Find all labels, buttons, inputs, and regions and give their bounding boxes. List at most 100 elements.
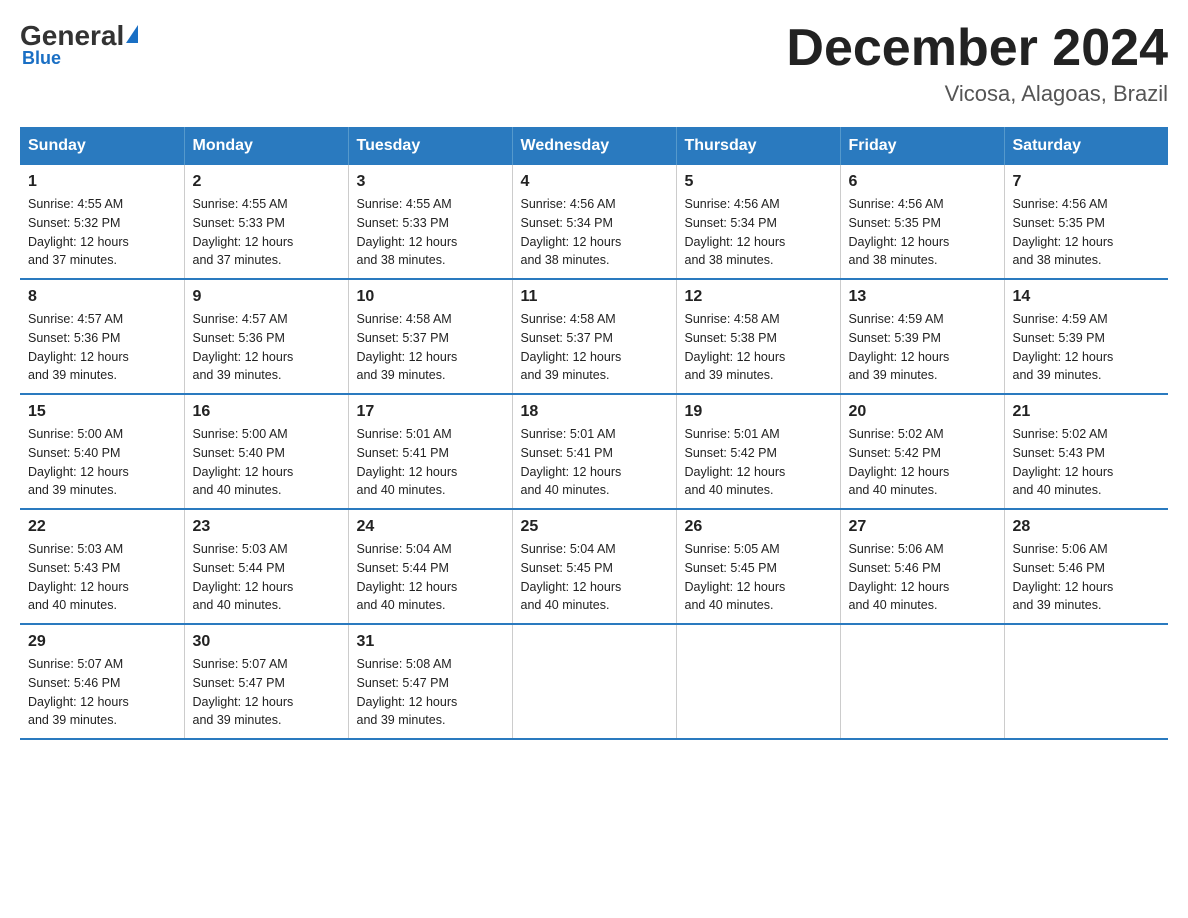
day-number: 23 <box>193 518 340 536</box>
day-number: 26 <box>685 518 832 536</box>
day-info: Sunrise: 4:57 AMSunset: 5:36 PMDaylight:… <box>193 310 340 385</box>
day-info: Sunrise: 5:05 AMSunset: 5:45 PMDaylight:… <box>685 540 832 615</box>
header-saturday: Saturday <box>1004 127 1168 165</box>
day-number: 25 <box>521 518 668 536</box>
day-info: Sunrise: 4:59 AMSunset: 5:39 PMDaylight:… <box>849 310 996 385</box>
day-info: Sunrise: 5:01 AMSunset: 5:42 PMDaylight:… <box>685 425 832 500</box>
day-number: 18 <box>521 403 668 421</box>
day-info: Sunrise: 4:56 AMSunset: 5:34 PMDaylight:… <box>521 195 668 270</box>
calendar-week-row: 29 Sunrise: 5:07 AMSunset: 5:46 PMDayligh… <box>20 624 1168 739</box>
calendar-cell: 31 Sunrise: 5:08 AMSunset: 5:47 PMDayligh… <box>348 624 512 739</box>
calendar-cell: 12Sunrise: 4:58 AMSunset: 5:38 PMDayligh… <box>676 279 840 394</box>
day-number: 9 <box>193 288 340 306</box>
calendar-cell: 17 Sunrise: 5:01 AMSunset: 5:41 PMDayligh… <box>348 394 512 509</box>
calendar-cell: 18 Sunrise: 5:01 AMSunset: 5:41 PMDayligh… <box>512 394 676 509</box>
header-wednesday: Wednesday <box>512 127 676 165</box>
calendar-cell: 9 Sunrise: 4:57 AMSunset: 5:36 PMDaylight… <box>184 279 348 394</box>
calendar-week-row: 15 Sunrise: 5:00 AMSunset: 5:40 PMDayligh… <box>20 394 1168 509</box>
day-info: Sunrise: 5:06 AMSunset: 5:46 PMDaylight:… <box>849 540 996 615</box>
day-number: 7 <box>1013 173 1161 191</box>
header-sunday: Sunday <box>20 127 184 165</box>
day-number: 29 <box>28 633 176 651</box>
calendar-cell <box>676 624 840 739</box>
day-number: 30 <box>193 633 340 651</box>
day-number: 8 <box>28 288 176 306</box>
day-number: 6 <box>849 173 996 191</box>
day-number: 5 <box>685 173 832 191</box>
calendar-week-row: 1 Sunrise: 4:55 AMSunset: 5:32 PMDaylight… <box>20 165 1168 279</box>
day-number: 19 <box>685 403 832 421</box>
calendar-cell: 1 Sunrise: 4:55 AMSunset: 5:32 PMDaylight… <box>20 165 184 279</box>
calendar-cell: 11 Sunrise: 4:58 AMSunset: 5:37 PMDayligh… <box>512 279 676 394</box>
day-info: Sunrise: 5:06 AMSunset: 5:46 PMDaylight:… <box>1013 540 1161 615</box>
day-info: Sunrise: 4:56 AMSunset: 5:35 PMDaylight:… <box>849 195 996 270</box>
day-number: 4 <box>521 173 668 191</box>
day-number: 2 <box>193 173 340 191</box>
page-subtitle: Vicosa, Alagoas, Brazil <box>786 81 1168 107</box>
day-info: Sunrise: 4:56 AMSunset: 5:35 PMDaylight:… <box>1013 195 1161 270</box>
day-info: Sunrise: 5:01 AMSunset: 5:41 PMDaylight:… <box>521 425 668 500</box>
day-number: 27 <box>849 518 996 536</box>
logo-blue-text: Blue <box>22 48 61 69</box>
title-section: December 2024 Vicosa, Alagoas, Brazil <box>786 20 1168 107</box>
day-info: Sunrise: 4:59 AMSunset: 5:39 PMDaylight:… <box>1013 310 1161 385</box>
logo-triangle-icon <box>126 25 138 43</box>
day-number: 1 <box>28 173 176 191</box>
calendar-cell: 27 Sunrise: 5:06 AMSunset: 5:46 PMDayligh… <box>840 509 1004 624</box>
day-number: 21 <box>1013 403 1161 421</box>
day-info: Sunrise: 5:04 AMSunset: 5:45 PMDaylight:… <box>521 540 668 615</box>
calendar-cell: 8 Sunrise: 4:57 AMSunset: 5:36 PMDaylight… <box>20 279 184 394</box>
header-friday: Friday <box>840 127 1004 165</box>
day-info: Sunrise: 4:58 AMSunset: 5:37 PMDaylight:… <box>357 310 504 385</box>
day-number: 15 <box>28 403 176 421</box>
calendar-cell: 5 Sunrise: 4:56 AMSunset: 5:34 PMDaylight… <box>676 165 840 279</box>
day-number: 31 <box>357 633 504 651</box>
calendar-cell: 24Sunrise: 5:04 AMSunset: 5:44 PMDayligh… <box>348 509 512 624</box>
day-info: Sunrise: 5:03 AMSunset: 5:43 PMDaylight:… <box>28 540 176 615</box>
day-number: 10 <box>357 288 504 306</box>
calendar-cell: 2 Sunrise: 4:55 AMSunset: 5:33 PMDaylight… <box>184 165 348 279</box>
logo: General Blue <box>20 20 140 69</box>
calendar-cell: 3Sunrise: 4:55 AMSunset: 5:33 PMDaylight… <box>348 165 512 279</box>
day-number: 13 <box>849 288 996 306</box>
day-info: Sunrise: 4:55 AMSunset: 5:32 PMDaylight:… <box>28 195 176 270</box>
day-info: Sunrise: 4:56 AMSunset: 5:34 PMDaylight:… <box>685 195 832 270</box>
calendar-table: SundayMondayTuesdayWednesdayThursdayFrid… <box>20 127 1168 740</box>
calendar-cell: 4 Sunrise: 4:56 AMSunset: 5:34 PMDaylight… <box>512 165 676 279</box>
day-info: Sunrise: 5:02 AMSunset: 5:42 PMDaylight:… <box>849 425 996 500</box>
calendar-week-row: 8 Sunrise: 4:57 AMSunset: 5:36 PMDaylight… <box>20 279 1168 394</box>
header-thursday: Thursday <box>676 127 840 165</box>
day-info: Sunrise: 5:08 AMSunset: 5:47 PMDaylight:… <box>357 655 504 730</box>
calendar-cell: 22 Sunrise: 5:03 AMSunset: 5:43 PMDayligh… <box>20 509 184 624</box>
calendar-cell <box>1004 624 1168 739</box>
day-number: 14 <box>1013 288 1161 306</box>
day-info: Sunrise: 5:07 AMSunset: 5:46 PMDaylight:… <box>28 655 176 730</box>
calendar-cell <box>512 624 676 739</box>
day-info: Sunrise: 5:07 AMSunset: 5:47 PMDaylight:… <box>193 655 340 730</box>
day-info: Sunrise: 5:03 AMSunset: 5:44 PMDaylight:… <box>193 540 340 615</box>
header-monday: Monday <box>184 127 348 165</box>
day-number: 12 <box>685 288 832 306</box>
day-number: 11 <box>521 288 668 306</box>
day-info: Sunrise: 5:04 AMSunset: 5:44 PMDaylight:… <box>357 540 504 615</box>
day-number: 17 <box>357 403 504 421</box>
calendar-cell: 30 Sunrise: 5:07 AMSunset: 5:47 PMDayligh… <box>184 624 348 739</box>
calendar-cell: 29 Sunrise: 5:07 AMSunset: 5:46 PMDayligh… <box>20 624 184 739</box>
day-number: 20 <box>849 403 996 421</box>
calendar-header-row: SundayMondayTuesdayWednesdayThursdayFrid… <box>20 127 1168 165</box>
day-info: Sunrise: 5:02 AMSunset: 5:43 PMDaylight:… <box>1013 425 1161 500</box>
day-info: Sunrise: 5:00 AMSunset: 5:40 PMDaylight:… <box>193 425 340 500</box>
calendar-cell: 13 Sunrise: 4:59 AMSunset: 5:39 PMDayligh… <box>840 279 1004 394</box>
day-info: Sunrise: 4:55 AMSunset: 5:33 PMDaylight:… <box>193 195 340 270</box>
day-info: Sunrise: 4:58 AMSunset: 5:37 PMDaylight:… <box>521 310 668 385</box>
calendar-cell: 20 Sunrise: 5:02 AMSunset: 5:42 PMDayligh… <box>840 394 1004 509</box>
page-title: December 2024 <box>786 20 1168 77</box>
calendar-cell: 6 Sunrise: 4:56 AMSunset: 5:35 PMDaylight… <box>840 165 1004 279</box>
day-number: 22 <box>28 518 176 536</box>
calendar-cell: 15Sunrise: 5:00 AMSunset: 5:40 PMDayligh… <box>20 394 184 509</box>
day-info: Sunrise: 5:01 AMSunset: 5:41 PMDaylight:… <box>357 425 504 500</box>
day-info: Sunrise: 4:57 AMSunset: 5:36 PMDaylight:… <box>28 310 176 385</box>
calendar-cell: 19 Sunrise: 5:01 AMSunset: 5:42 PMDayligh… <box>676 394 840 509</box>
calendar-week-row: 22 Sunrise: 5:03 AMSunset: 5:43 PMDayligh… <box>20 509 1168 624</box>
calendar-cell: 16Sunrise: 5:00 AMSunset: 5:40 PMDayligh… <box>184 394 348 509</box>
